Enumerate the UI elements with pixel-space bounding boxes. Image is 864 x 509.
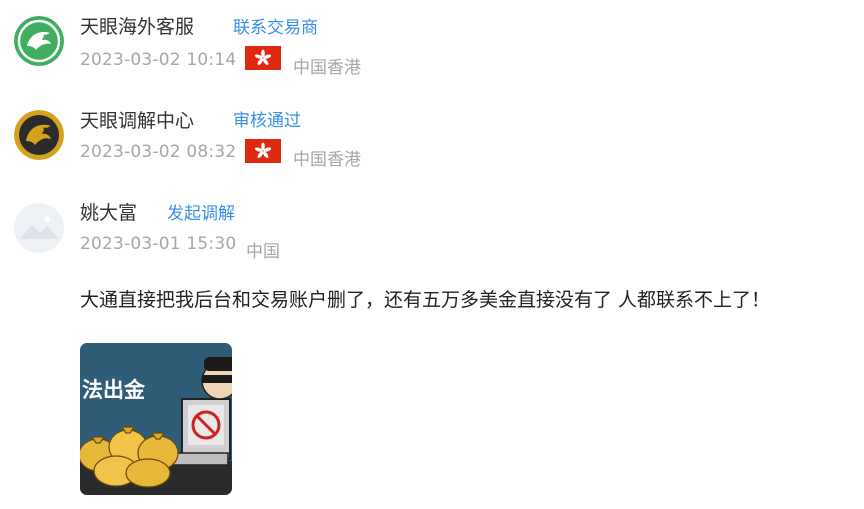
initiate-mediation-link[interactable]: 发起调解 <box>167 199 235 224</box>
timestamp: 2023-03-01 15:30 <box>80 234 237 254</box>
username[interactable]: 姚大富 <box>80 198 137 225</box>
avatar[interactable] <box>14 203 64 253</box>
comment-thread: 天眼海外客服 联系交易商 2023-03-02 10:14 中国香港 天眼调解中… <box>0 0 864 509</box>
comment-text: 大通直接把我后台和交易账户删了，还有五万多美金直接没有了 人都联系不上了！ <box>80 289 771 311</box>
landscape-placeholder-icon <box>14 203 64 253</box>
comment-item: 姚大富 发起调解 2023-03-01 15:30 中国 大通直接把我后台和交易… <box>0 0 864 509</box>
money-bags-thief-illustration-icon: 法出金 <box>80 343 232 495</box>
attachment-image[interactable]: 法出金 <box>80 343 232 495</box>
region-label: 中国 <box>246 242 280 262</box>
attachment-caption: 法出金 <box>82 378 146 402</box>
